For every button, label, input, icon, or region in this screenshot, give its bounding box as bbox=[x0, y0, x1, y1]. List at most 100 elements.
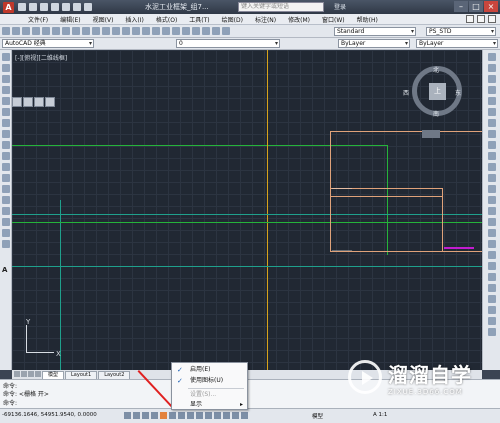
close-button[interactable]: × bbox=[484, 1, 498, 12]
paste-icon[interactable] bbox=[82, 27, 90, 35]
tab-next-icon[interactable] bbox=[28, 371, 34, 377]
zoom-realtime-icon[interactable] bbox=[132, 27, 140, 35]
publish-icon[interactable] bbox=[52, 27, 60, 35]
polyline-icon[interactable] bbox=[1, 75, 10, 83]
erase-icon[interactable] bbox=[487, 53, 496, 61]
menu-window[interactable]: 窗口(W) bbox=[316, 15, 351, 24]
copy-icon[interactable] bbox=[72, 27, 80, 35]
menu-modify[interactable]: 修改(M) bbox=[282, 15, 316, 24]
doc-minimize-button[interactable] bbox=[466, 15, 474, 23]
save-tool-icon[interactable] bbox=[22, 27, 30, 35]
new-file-icon[interactable] bbox=[18, 3, 26, 11]
revcloud-icon[interactable] bbox=[1, 130, 10, 138]
extend-icon[interactable] bbox=[487, 163, 496, 171]
chamfer-icon[interactable] bbox=[487, 207, 496, 215]
polygon-icon[interactable] bbox=[1, 86, 10, 94]
open-file-icon[interactable] bbox=[29, 3, 37, 11]
coordinate-readout[interactable]: -69136.1646, 54951.9540, 0.0000 bbox=[2, 412, 97, 418]
insert-block-icon[interactable] bbox=[1, 174, 10, 182]
qnew-icon[interactable] bbox=[2, 27, 10, 35]
infer-constraints-icon[interactable] bbox=[124, 412, 131, 419]
print-icon[interactable] bbox=[62, 3, 70, 11]
yellow-axis-line[interactable] bbox=[267, 50, 268, 370]
login-link[interactable]: 登录 bbox=[334, 2, 346, 11]
snap-endpoint-icon[interactable] bbox=[487, 240, 496, 248]
transparency-icon[interactable] bbox=[223, 412, 230, 419]
dynamic-input-icon[interactable] bbox=[205, 412, 212, 419]
quickcalc-icon[interactable] bbox=[212, 27, 220, 35]
object-snap-tracking-icon[interactable] bbox=[187, 412, 194, 419]
snap-center-icon[interactable] bbox=[487, 273, 496, 281]
tab-prev-icon[interactable] bbox=[21, 371, 27, 377]
cut-icon[interactable] bbox=[62, 27, 70, 35]
snap-none-icon[interactable] bbox=[487, 317, 496, 325]
multiline-text-icon[interactable]: A bbox=[2, 266, 7, 274]
tab-layout2[interactable]: Layout2 bbox=[98, 370, 131, 379]
table-icon[interactable] bbox=[1, 240, 10, 248]
menu-view[interactable]: 视图(V) bbox=[87, 15, 120, 24]
color-select[interactable]: ByLayer bbox=[338, 39, 410, 48]
stretch-icon[interactable] bbox=[487, 141, 496, 149]
autocad-logo-icon[interactable]: A bbox=[3, 1, 14, 13]
context-menu-enable[interactable]: ✓ 启用(E) bbox=[172, 365, 247, 375]
snap-perpendicular-icon[interactable] bbox=[487, 295, 496, 303]
arc-icon[interactable] bbox=[1, 108, 10, 116]
viewcube-south[interactable]: 南 bbox=[433, 109, 439, 118]
spline-icon[interactable] bbox=[1, 141, 10, 149]
join-icon[interactable] bbox=[487, 196, 496, 204]
ellipse-icon[interactable] bbox=[1, 152, 10, 160]
plot-style-select[interactable]: PS_STD bbox=[426, 27, 496, 36]
viewcube-west[interactable]: 西 bbox=[403, 88, 409, 97]
green-vertical-line[interactable] bbox=[387, 145, 388, 255]
ellipse-arc-icon[interactable] bbox=[1, 163, 10, 171]
salmon-outline-top[interactable] bbox=[330, 131, 482, 132]
annotation-scale[interactable]: A 1:1 bbox=[373, 412, 387, 418]
array-icon[interactable] bbox=[487, 97, 496, 105]
mirror-icon[interactable] bbox=[487, 75, 496, 83]
snap-mode-icon[interactable] bbox=[133, 412, 140, 419]
menu-help[interactable]: 帮助(H) bbox=[351, 15, 384, 24]
ortho-mode-icon[interactable] bbox=[151, 412, 158, 419]
3d-object-snap-icon[interactable] bbox=[178, 412, 185, 419]
quick-properties-icon[interactable] bbox=[232, 412, 239, 419]
selection-cycling-icon[interactable] bbox=[241, 412, 248, 419]
sheet-set-icon[interactable] bbox=[192, 27, 200, 35]
snap-intersection-icon[interactable] bbox=[487, 262, 496, 270]
menu-format[interactable]: 格式(O) bbox=[150, 15, 183, 24]
undo-icon[interactable] bbox=[73, 3, 81, 11]
salmon-outline-right[interactable] bbox=[442, 188, 443, 251]
tool-palettes-icon[interactable] bbox=[182, 27, 190, 35]
nav-orbit-icon[interactable] bbox=[34, 97, 44, 107]
gradient-icon[interactable] bbox=[1, 218, 10, 226]
viewcube-east[interactable]: 东 bbox=[455, 88, 461, 97]
nav-zoom-icon[interactable] bbox=[23, 97, 33, 107]
construction-line-icon[interactable] bbox=[1, 64, 10, 72]
cyan-vertical-line[interactable] bbox=[60, 200, 61, 370]
circle-icon[interactable] bbox=[1, 119, 10, 127]
markup-icon[interactable] bbox=[202, 27, 210, 35]
plot-preview-icon[interactable] bbox=[42, 27, 50, 35]
move-icon[interactable] bbox=[487, 108, 496, 116]
menu-draw[interactable]: 绘图(D) bbox=[216, 15, 249, 24]
context-menu-use-icons[interactable]: ✓ 使用图标(U) bbox=[172, 376, 247, 386]
grid-display-icon[interactable] bbox=[142, 412, 149, 419]
snap-settings-icon[interactable] bbox=[487, 328, 496, 336]
layer-select[interactable]: 0 bbox=[176, 39, 280, 48]
plot-icon[interactable] bbox=[32, 27, 40, 35]
match-properties-icon[interactable] bbox=[92, 27, 100, 35]
viewcube[interactable]: 北 南 西 东 上 bbox=[403, 66, 462, 118]
zoom-previous-icon[interactable] bbox=[152, 27, 160, 35]
menu-insert[interactable]: 插入(I) bbox=[119, 15, 149, 24]
redo-icon[interactable] bbox=[84, 3, 92, 11]
make-block-icon[interactable] bbox=[1, 185, 10, 193]
menu-edit[interactable]: 编辑(E) bbox=[54, 15, 86, 24]
nav-pan-icon[interactable] bbox=[12, 97, 22, 107]
open-icon[interactable] bbox=[12, 27, 20, 35]
nav-showmotion-icon[interactable] bbox=[45, 97, 55, 107]
polar-tracking-icon[interactable] bbox=[160, 412, 167, 419]
help-tool-icon[interactable] bbox=[222, 27, 230, 35]
salmon-outline-left[interactable] bbox=[330, 131, 331, 251]
viewport-controls-label[interactable]: [-][俯视][二维线框] bbox=[15, 53, 67, 62]
model-space-button[interactable]: 模型 bbox=[312, 412, 323, 420]
salmon-outline-bottom[interactable] bbox=[330, 251, 482, 252]
